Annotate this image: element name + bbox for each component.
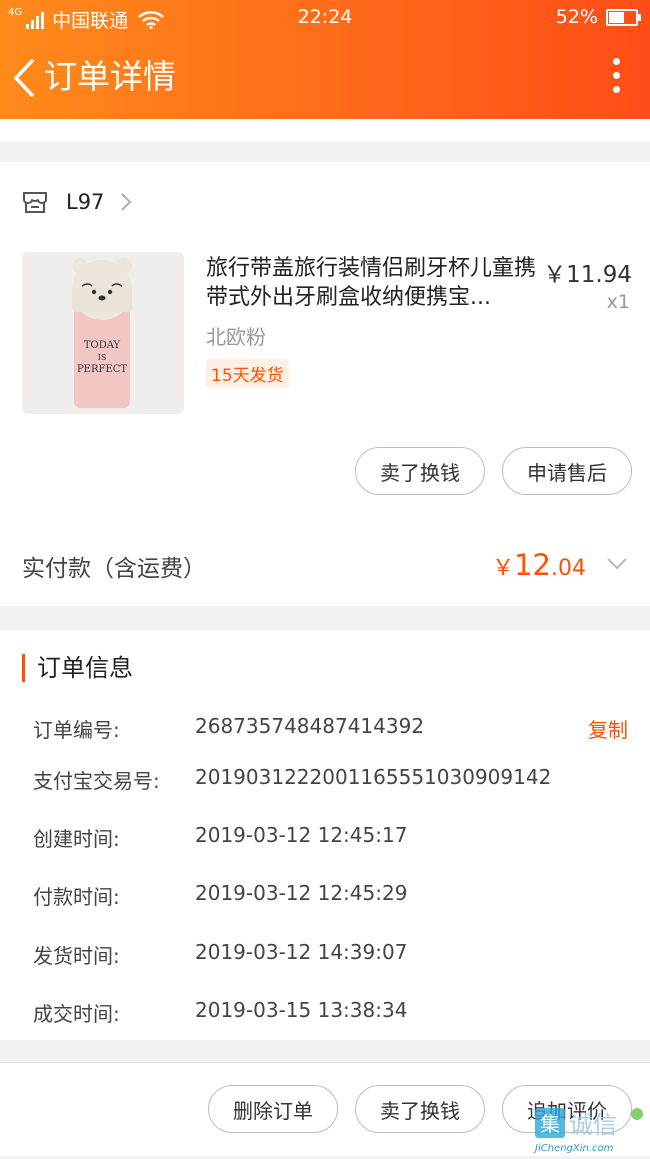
completed-time-label: 成交时间: [33,1002,120,1026]
shipping-tag: 15天发货 [206,359,289,388]
section-title-order-info: 订单信息 [22,654,133,682]
sell-for-cash-button[interactable]: 卖了换钱 [355,447,485,495]
created-time-value: 2019-03-12 12:45:17 [195,823,408,847]
header-bar: 4G 中国联通 22:24 52% 订单详情 [0,0,650,119]
image-text-line-1: TODAY [84,340,121,351]
more-icon[interactable] [612,58,620,98]
sell-for-cash-bottom-button[interactable]: 卖了换钱 [355,1085,485,1133]
product-title[interactable]: 旅行带盖旅行装情侣刷牙杯儿童携带式外出牙刷盒收纳便携宝... [206,254,541,312]
alipay-trade-label: 支付宝交易号: [33,769,160,793]
created-time-label: 创建时间: [33,827,120,851]
paid-label: 实付款（含运费） [22,556,206,582]
delete-order-button[interactable]: 删除订单 [208,1085,338,1133]
store-link[interactable]: L97 [22,182,132,222]
battery-percent: 52% [555,6,598,28]
shipped-time-label: 发货时间: [33,944,120,968]
top-strip [0,119,650,141]
amount-integer: 12 [514,548,551,582]
paid-time-label: 付款时间: [33,885,120,909]
battery-icon [606,8,641,26]
completed-time-value: 2019-03-15 13:38:34 [195,998,408,1022]
back-arrow-icon[interactable] [10,58,40,98]
status-bar: 4G 中国联通 22:24 52% [0,0,650,34]
image-text-line-3: PERFECT [77,364,127,375]
amount-decimal: .04 [551,556,586,581]
product-quantity: x1 [606,291,630,313]
nav-bar: 订单详情 [0,40,650,114]
order-number-value: 268735748487414392 [195,714,425,738]
store-name: L97 [66,190,105,214]
watermark-glyph: 集 [540,1112,560,1136]
product-variant: 北欧粉 [206,325,266,349]
paid-amount: ￥12.04 [492,548,586,582]
clock: 22:24 [297,6,353,28]
product-image[interactable]: TODAY IS PERFECT [22,252,184,414]
watermark-logo: 集 诚信 JiChengXin.com [533,1104,650,1155]
product-price: ￥11.94 [543,262,632,288]
store-icon [23,192,47,213]
image-text-line-2: IS [98,353,107,362]
alipay-trade-value: 20190312220011655510309091​42 [195,765,552,789]
chevron-down-icon[interactable] [606,557,628,571]
currency-symbol: ￥ [492,556,515,581]
after-sale-button[interactable]: 申请售后 [502,447,632,495]
copy-button[interactable]: 复制 [588,714,628,743]
paid-time-value: 2019-03-12 12:45:29 [195,881,408,905]
chevron-right-icon [121,193,132,211]
watermark-url: JiChengXin.com [533,1143,614,1154]
shipped-time-value: 2019-03-12 14:39:07 [195,940,408,964]
order-number-label: 订单编号: [33,718,120,742]
page-title: 订单详情 [44,57,176,96]
watermark-text: 诚信 [569,1111,617,1139]
